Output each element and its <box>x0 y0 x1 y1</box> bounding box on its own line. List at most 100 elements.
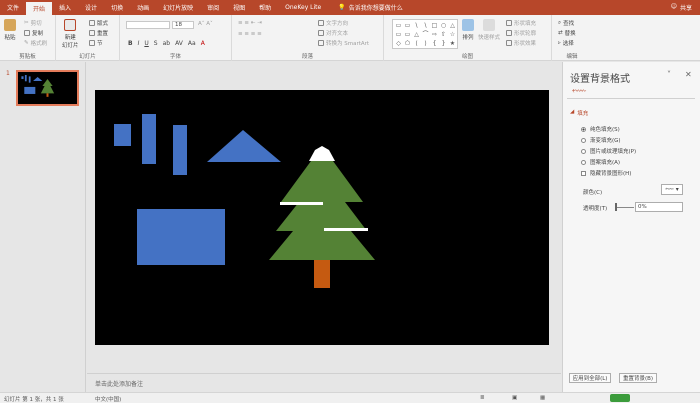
tab-onekey[interactable]: OneKey Lite <box>278 0 328 15</box>
tab-animations[interactable]: 动画 <box>130 0 156 15</box>
smartart-button[interactable]: 转换为 SmartArt <box>318 39 369 47</box>
notes-toggle-icon[interactable]: ≣ <box>480 395 485 401</box>
transparency-input[interactable]: 0% <box>635 202 683 212</box>
editing-label: 编辑 <box>566 54 578 60</box>
paragraph-label: 段落 <box>301 54 313 60</box>
tab-file[interactable]: 文件 <box>0 0 26 15</box>
slide-shapes <box>114 114 375 288</box>
find-button[interactable]: ⌕ 查找 <box>558 19 574 28</box>
checkbox <box>581 170 586 176</box>
tree-snow-band <box>280 202 323 205</box>
picture-fill-option[interactable]: 图片或纹理填充(P) <box>581 147 636 155</box>
reset-background-button[interactable]: 重置背景(B) <box>619 373 657 383</box>
reset-button[interactable]: 重置 <box>89 29 108 37</box>
fill-section-header[interactable]: ◢ 填充 <box>570 109 588 117</box>
apply-to-all-button[interactable]: 应用到全部(L) <box>569 373 611 383</box>
select-button[interactable]: ▹ 选择 <box>558 39 574 47</box>
italic-button[interactable]: I <box>138 40 140 47</box>
hide-graphics-checkbox[interactable]: 隐藏背景图形(H) <box>581 169 631 177</box>
align-text-button[interactable]: 对齐文本 <box>318 29 348 37</box>
slide-canvas[interactable] <box>95 90 549 345</box>
tall-rectangle-shape[interactable] <box>142 114 156 164</box>
slides-group: 新建 幻灯片 版式 重置 节 幻灯片 <box>56 15 120 61</box>
section-button[interactable]: 节 <box>89 39 103 47</box>
tree-snow-band-2 <box>324 228 368 231</box>
shape-outline-button[interactable]: 形状轮廓 <box>506 29 536 37</box>
grow-font-button[interactable]: A˄ A˅ <box>198 21 213 27</box>
slider-thumb[interactable] <box>615 203 617 211</box>
strikethrough-button[interactable]: ab <box>163 40 171 47</box>
share-button[interactable]: ☺ 共享 <box>671 3 692 12</box>
smartart-icon <box>318 40 324 46</box>
font-name-box[interactable] <box>126 21 170 29</box>
color-picker-button[interactable]: ⬳ ▾ <box>661 184 683 195</box>
tree-snow-top <box>309 146 335 161</box>
lightbulb-icon: 💡 <box>338 4 346 11</box>
status-bar: 幻灯片 第 1 张，共 1 张 中文(中国) ≣ ▣ ▦ <box>0 392 700 403</box>
text-direction-button[interactable]: 文字方向 <box>318 19 348 27</box>
paste-button[interactable]: 粘贴 <box>4 19 16 41</box>
notes-area[interactable]: 单击此处添加备注 <box>87 373 561 392</box>
expand-icon: ◢ <box>570 109 575 115</box>
font-color-button[interactable]: A <box>201 40 205 47</box>
language-indicator[interactable]: 中文(中国) <box>95 395 121 403</box>
close-icon[interactable]: ✕ <box>685 70 692 79</box>
cut-button[interactable]: ✂ 剪切 <box>24 19 42 27</box>
triangle-shape[interactable] <box>207 130 281 162</box>
shape-effects-button[interactable]: 形状效果 <box>506 39 536 47</box>
pane-divider <box>567 98 695 99</box>
font-group: 18 A˄ A˅ B I U S ab AV Aa A 字体 <box>120 15 232 61</box>
layout-button[interactable]: 版式 <box>89 19 108 27</box>
quick-styles-button[interactable]: 快速样式 <box>478 19 500 41</box>
pattern-fill-option[interactable]: 图案填充(A) <box>581 158 620 166</box>
layout-icon <box>89 20 95 26</box>
small-square-shape[interactable] <box>114 124 131 146</box>
pen-icon <box>506 30 512 36</box>
normal-view-icon[interactable]: ▣ <box>512 395 517 401</box>
tab-review[interactable]: 审阅 <box>200 0 226 15</box>
solid-fill-option[interactable]: 纯色填充(S) <box>581 125 620 133</box>
slide-thumbnail[interactable] <box>16 70 79 106</box>
paragraph-group: ≡ ≡ ⇤ ⇥ ≡ ≡ ≡ ≡ 文字方向 对齐文本 转换为 SmartArt 段… <box>232 15 384 61</box>
shapes-gallery[interactable]: ▭ ▭ \ \ □ ○ △ ▭ ▭ △ ⌒ ⇨ ⇧ ☆ ◇ ⬠ ⟨ ⟩{} ★ <box>392 19 458 49</box>
clipboard-label: 剪贴板 <box>19 54 36 60</box>
transparency-slider[interactable] <box>616 207 634 208</box>
bold-button[interactable]: B <box>128 40 133 47</box>
large-rectangle-shape[interactable] <box>137 209 225 265</box>
clipboard-group: 粘贴 ✂ 剪切 复制 ✎ 格式刷 剪贴板 <box>0 15 56 61</box>
font-size-box[interactable]: 18 <box>172 21 194 29</box>
drawing-label: 绘图 <box>461 54 473 60</box>
arrange-button[interactable]: 排列 <box>462 19 474 41</box>
person-icon: ☺ <box>670 3 677 10</box>
tab-transitions[interactable]: 切换 <box>104 0 130 15</box>
align-buttons[interactable]: ≡ ≡ ≡ ≡ <box>238 31 262 37</box>
copy-button[interactable]: 复制 <box>24 29 43 37</box>
tab-view[interactable]: 视图 <box>226 0 252 15</box>
sorter-view-icon[interactable]: ▦ <box>540 395 545 401</box>
radio-selected <box>581 126 586 132</box>
christmas-tree[interactable] <box>269 146 375 288</box>
tab-home[interactable]: 开始 <box>26 2 53 15</box>
tab-insert[interactable]: 插入 <box>52 0 78 15</box>
tab-help[interactable]: 帮助 <box>252 0 278 15</box>
shadow-button[interactable]: S <box>154 40 158 47</box>
underline-button[interactable]: U <box>144 40 148 47</box>
tab-slideshow[interactable]: 幻灯片放映 <box>156 0 200 15</box>
tall-rectangle-shape-2[interactable] <box>173 125 187 175</box>
replace-button[interactable]: ⇄ 替换 <box>558 29 576 37</box>
notes-placeholder: 单击此处添加备注 <box>95 381 144 388</box>
spacing-button[interactable]: AV <box>175 40 183 47</box>
tab-design[interactable]: 设计 <box>78 0 104 15</box>
paint-bucket-icon[interactable]: ⬳ <box>572 86 586 97</box>
gradient-fill-option[interactable]: 渐变填充(G) <box>581 136 621 144</box>
ribbon-tab-bar: 文件 开始 插入 设计 切换 动画 幻灯片放映 审阅 视图 帮助 OneKey … <box>0 0 700 15</box>
format-painter-button[interactable]: ✎ 格式刷 <box>24 39 47 47</box>
new-slide-button[interactable]: 新建 幻灯片 <box>62 19 79 49</box>
tell-me-search[interactable]: 💡 告诉我你想要做什么 <box>338 0 403 15</box>
case-button[interactable]: Aa <box>188 40 196 47</box>
list-buttons[interactable]: ≡ ≡ ⇤ ⇥ <box>238 20 262 26</box>
transparency-label: 透明度(T) <box>583 206 608 212</box>
scissors-icon: ✂ <box>24 20 29 26</box>
shape-fill-button[interactable]: 形状填充 <box>506 19 536 27</box>
pane-options-icon[interactable]: ˅ <box>667 70 671 79</box>
